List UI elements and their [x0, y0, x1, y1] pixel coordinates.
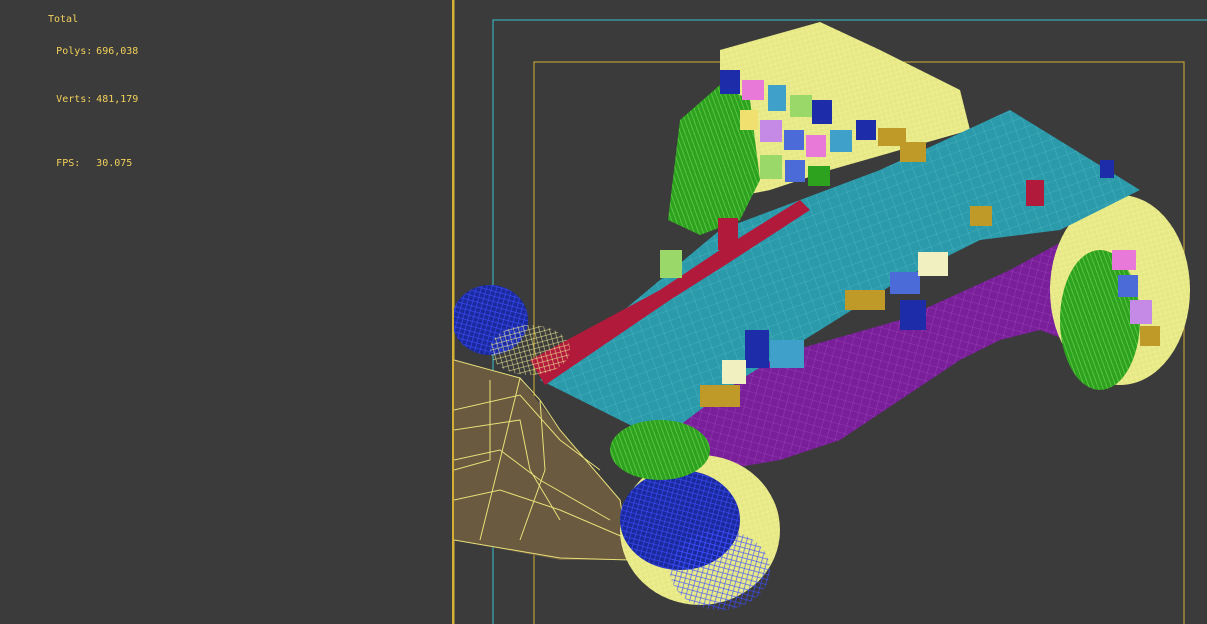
foliage-right-green-wire [1060, 250, 1140, 390]
rock-bottom-blue2 [670, 530, 770, 610]
rocks-left [454, 285, 570, 375]
wireframe-mesh-icon [454, 0, 1207, 624]
rock-left-yellow [490, 325, 570, 375]
3d-editor-screen: Total Polys: 696,038 Verts: 481,179 FPS: 30… [0, 0, 1207, 624]
verts-label: Verts: [56, 94, 93, 105]
verts-row: Verts: 481,179 [8, 76, 138, 124]
left-viewport[interactable]: Total Polys: 696,038 Verts: 481,179 FPS: 30… [0, 0, 452, 624]
stats-title: Total [48, 14, 79, 25]
foliage-bottom [610, 420, 710, 480]
fps-value: 30.075 [96, 158, 133, 169]
polys-label: Polys: [56, 46, 93, 57]
stats-overlay: Total Polys: 696,038 Verts: 481,179 FPS: 30… [8, 12, 138, 188]
polys-value: 696,038 [96, 46, 139, 57]
right-viewport[interactable] [454, 0, 1207, 624]
verts-value: 481,179 [96, 94, 139, 105]
fps-row: FPS: 30.075 [8, 140, 138, 188]
foliage-bottom-wire [610, 420, 710, 480]
polys-row: Polys: 696,038 [8, 28, 138, 76]
foliage-top-green-wire [668, 85, 760, 235]
fps-label: FPS: [56, 158, 81, 169]
stats-gap [8, 124, 138, 140]
